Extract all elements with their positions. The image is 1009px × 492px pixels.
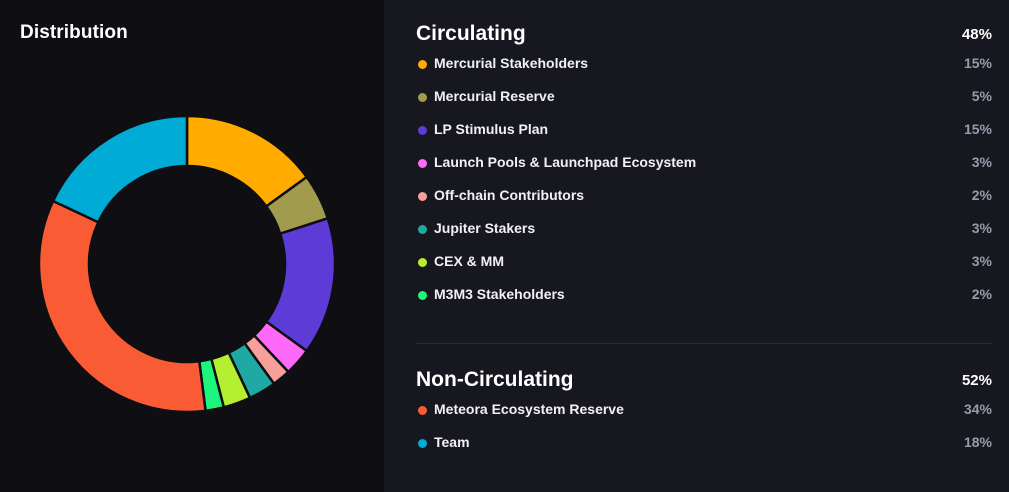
legend-value: 2% bbox=[971, 187, 992, 203]
legend-label: Jupiter Stakers bbox=[434, 220, 536, 236]
legend-label: LP Stimulus Plan bbox=[434, 121, 549, 137]
legend-item: Mercurial Reserve 5% bbox=[416, 85, 992, 118]
legend-panel: Circulating 48% Mercurial Stakeholders 1… bbox=[384, 0, 1009, 492]
legend-dot bbox=[418, 126, 427, 135]
legend-item: Off-chain Contributors 2% bbox=[416, 184, 992, 217]
legend-label: Off-chain Contributors bbox=[434, 187, 585, 203]
legend-value: 3% bbox=[971, 220, 992, 236]
section-title: Circulating bbox=[416, 22, 526, 45]
legend-dot bbox=[418, 159, 427, 168]
donut-chart bbox=[37, 114, 337, 414]
legend-label: Mercurial Stakeholders bbox=[434, 55, 589, 71]
distribution-card: Distribution Circulating 48% Mercurial S… bbox=[0, 0, 1009, 492]
section-header: Non-Circulating 52% bbox=[416, 368, 992, 398]
chart-panel: Distribution bbox=[0, 0, 384, 492]
non-circulating-section: Non-Circulating 52% Meteora Ecosystem Re… bbox=[416, 368, 992, 464]
legend-dot bbox=[418, 192, 427, 201]
legend-item: LP Stimulus Plan 15% bbox=[416, 118, 992, 151]
legend-label: CEX & MM bbox=[434, 253, 504, 269]
legend-label: Team bbox=[434, 434, 470, 450]
section-header: Circulating 48% bbox=[416, 22, 992, 52]
legend-value: 15% bbox=[963, 121, 992, 137]
legend-dot bbox=[418, 225, 427, 234]
legend-value: 2% bbox=[971, 286, 992, 302]
legend-value: 5% bbox=[971, 88, 992, 104]
legend-dot bbox=[418, 93, 427, 102]
legend-item: Meteora Ecosystem Reserve 34% bbox=[416, 398, 992, 431]
legend-label: M3M3 Stakeholders bbox=[434, 286, 565, 302]
legend-item: CEX & MM 3% bbox=[416, 250, 992, 283]
legend-dot bbox=[418, 258, 427, 267]
legend-dot bbox=[418, 406, 427, 415]
legend-dot bbox=[418, 439, 427, 448]
legend-item: Team 18% bbox=[416, 431, 992, 464]
legend-item: Jupiter Stakers 3% bbox=[416, 217, 992, 250]
legend-dot bbox=[418, 60, 427, 69]
section-title: Non-Circulating bbox=[416, 368, 574, 391]
donut-slice-meteora-ecosystem-reserve[interactable] bbox=[37, 199, 207, 414]
legend-item: Launch Pools & Launchpad Ecosystem 3% bbox=[416, 151, 992, 184]
legend-label: Launch Pools & Launchpad Ecosystem bbox=[434, 154, 697, 170]
legend-value: 3% bbox=[971, 253, 992, 269]
panel-title: Distribution bbox=[20, 22, 128, 43]
section-divider bbox=[416, 343, 992, 344]
legend-value: 3% bbox=[971, 154, 992, 170]
section-total: 52% bbox=[961, 372, 992, 389]
legend-item: Mercurial Stakeholders 15% bbox=[416, 52, 992, 85]
legend-value: 18% bbox=[963, 434, 992, 450]
legend-label: Meteora Ecosystem Reserve bbox=[434, 401, 624, 417]
circulating-section: Circulating 48% Mercurial Stakeholders 1… bbox=[416, 22, 992, 316]
legend-value: 34% bbox=[963, 401, 992, 417]
legend-value: 15% bbox=[963, 55, 992, 71]
donut-slice-team[interactable] bbox=[51, 114, 189, 224]
legend-dot bbox=[418, 291, 427, 300]
legend-label: Mercurial Reserve bbox=[434, 88, 555, 104]
legend-item: M3M3 Stakeholders 2% bbox=[416, 283, 992, 316]
section-total: 48% bbox=[961, 26, 992, 43]
